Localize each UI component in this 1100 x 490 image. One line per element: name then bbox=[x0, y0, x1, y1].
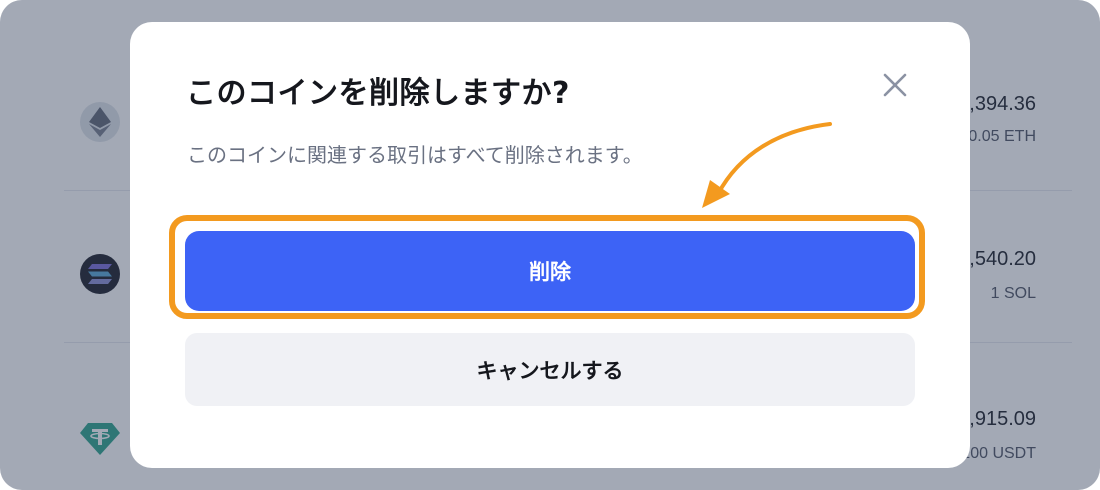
app-frame: 4,394.36 0.05 ETH 1,540.20 1 SOL 5,915.0… bbox=[0, 0, 1100, 490]
delete-button[interactable]: 削除 bbox=[185, 231, 915, 311]
dialog-title: このコインを削除しますか? bbox=[186, 76, 570, 111]
cancel-button[interactable]: キャンセルする bbox=[185, 333, 915, 406]
dialog-description: このコインに関連する取引はすべて削除されます。 bbox=[187, 143, 643, 167]
close-icon bbox=[883, 73, 907, 97]
close-button[interactable] bbox=[878, 68, 912, 102]
delete-coin-dialog: このコインを削除しますか? このコインに関連する取引はすべて削除されます。 削除… bbox=[130, 22, 970, 468]
